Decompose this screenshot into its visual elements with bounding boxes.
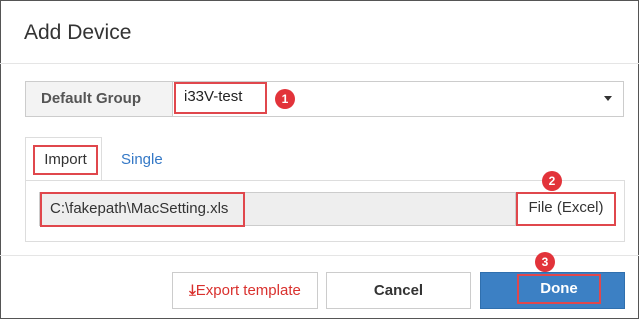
file-path-value: C:\fakepath\MacSetting.xls	[40, 192, 245, 227]
header-divider	[0, 63, 639, 64]
chevron-down-icon[interactable]	[604, 96, 612, 101]
tab-import-label[interactable]: Import	[33, 145, 98, 175]
default-group-value[interactable]: i33V-test	[174, 82, 267, 114]
step-marker-2: 2	[542, 171, 562, 191]
export-template-button[interactable]: ⤓Export template	[172, 272, 318, 309]
download-arrow-icon: ⤓	[189, 282, 196, 299]
done-button-label[interactable]: Done	[517, 274, 601, 304]
file-excel-button[interactable]: File (Excel)	[516, 192, 616, 226]
cancel-button[interactable]: Cancel	[326, 272, 471, 309]
step-marker-1: 1	[275, 89, 295, 109]
export-template-label: Export template	[195, 282, 301, 299]
dialog-title: Add Device	[24, 21, 132, 44]
default-group-label: Default Group	[25, 81, 172, 117]
step-marker-3: 3	[535, 252, 555, 272]
tab-single[interactable]: Single	[121, 151, 163, 168]
